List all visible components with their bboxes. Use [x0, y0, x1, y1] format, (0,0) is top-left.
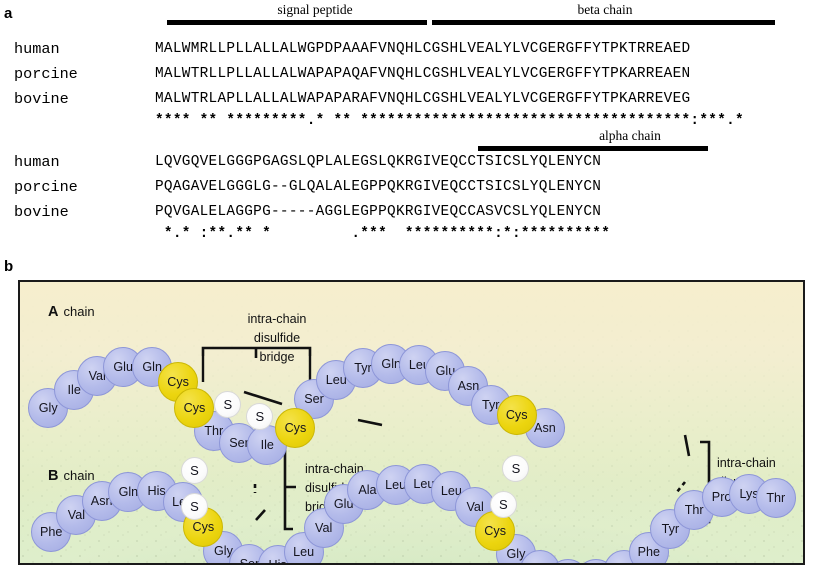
- sulfur-node-s-top-left: S: [214, 390, 242, 418]
- species-label-human-2: human: [14, 153, 60, 171]
- sequence-bovine-block1: MALWTRLAPLLALLALWAPAPARAFVNQHLCGSHLVEALY…: [155, 91, 691, 107]
- sulfur-label: S: [190, 462, 199, 478]
- sulfur-label: S: [255, 408, 265, 424]
- residue-label: Thr: [766, 491, 786, 505]
- residue-b-19-cys: Cys: [475, 511, 516, 551]
- sulfur-node-s-right-lower: S: [489, 490, 517, 518]
- residue-b-30-thr: Thr: [755, 478, 796, 518]
- residue-label: Gly: [38, 401, 58, 415]
- residue-label: Tyr: [661, 522, 680, 536]
- species-label-bovine-2: bovine: [14, 203, 69, 221]
- bond-cys6-s: [243, 390, 283, 406]
- residue-label: Cys: [484, 524, 506, 538]
- residue-label: Cys: [284, 421, 307, 435]
- region-bar-beta-chain: [432, 20, 775, 25]
- residue-a-20-cys: Cys: [496, 395, 537, 435]
- insulin-structure-panel: Achain Bchain intra-chain disulfide brid…: [18, 280, 805, 565]
- residue-label: Ile: [260, 438, 274, 452]
- residue-label: Ser: [229, 436, 249, 450]
- sequence-human-block1: MALWMRLLPLLALLALWGPDPAAAFVNQHLCGSHLVEALY…: [155, 41, 691, 57]
- bond-s-s-right: [675, 481, 687, 493]
- residue-label: Cys: [192, 520, 215, 534]
- sulfur-node-s-top-right: S: [246, 402, 274, 430]
- region-bar-alpha-chain: [478, 146, 708, 151]
- residue-label: Thr: [684, 503, 704, 517]
- sequence-porcine-block1: MALWTRLLPLLALLALWAPAPAQAFVNQHLCGSHLVEALY…: [155, 66, 691, 82]
- residue-label: Gln: [142, 360, 162, 374]
- residue-label: Ala: [358, 483, 377, 497]
- residue-label: Ser: [239, 557, 260, 565]
- sulfur-label: S: [498, 496, 508, 512]
- conservation-line-block2: *.* :**.** * .*** **********:*:*********…: [155, 226, 611, 242]
- residue-label: His: [268, 558, 287, 565]
- residue-label: Cys: [183, 401, 206, 415]
- sulfur-label: S: [190, 498, 199, 514]
- residue-label: Phe: [637, 545, 661, 559]
- species-label-human: human: [14, 40, 60, 58]
- sequence-alignment-panel: a signal peptide beta chain human MALWMR…: [0, 0, 817, 252]
- residue-label: Glu: [530, 563, 550, 565]
- residue-label: Val: [315, 521, 333, 535]
- sequence-human-block2: LQVGQVELGGGPGAGSLQPLALEGSLQKRGIVEQCCTSIC…: [155, 154, 602, 170]
- sulfur-label: S: [223, 396, 233, 412]
- bond-s-cys11: [357, 418, 383, 427]
- bond-cysA20-s: [683, 434, 691, 457]
- species-label-porcine: porcine: [14, 65, 78, 83]
- residue-label: Leu: [293, 545, 315, 559]
- residue-label: Cys: [167, 375, 189, 389]
- bracket-top: [201, 346, 312, 358]
- bond-s-cysB7: [255, 509, 266, 521]
- sequence-bovine-block2: PQVGALELAGGPG-----AGGLEGPPQKRGIVEQCCASVC…: [155, 204, 602, 220]
- residue-label: Phe: [613, 563, 635, 565]
- region-label-signal-peptide: signal peptide: [277, 2, 353, 17]
- residue-label: Cys: [505, 408, 528, 422]
- residue-label: Tyr: [354, 361, 372, 375]
- residue-label: Phe: [39, 525, 63, 539]
- residue-label: Val: [466, 500, 484, 514]
- residue-label: Asn: [534, 421, 556, 435]
- sequence-porcine-block2: PQAGAVELGGGLG--GLQALALEGPPQKRGIVEQCCTSIC…: [155, 179, 602, 195]
- residue-label: Gln: [118, 485, 139, 499]
- species-label-porcine-2: porcine: [14, 178, 78, 196]
- residue-label: Leu: [385, 478, 407, 492]
- sulfur-node-s-mid-upper: S: [180, 456, 208, 484]
- region-label-beta-chain: beta chain: [577, 2, 633, 17]
- region-label-alpha-chain: alpha chain: [599, 128, 661, 143]
- sulfur-label: S: [511, 460, 521, 476]
- residue-label: Val: [67, 508, 86, 522]
- residue-label: Gln: [381, 357, 402, 371]
- sulfur-node-s-mid-lower: S: [180, 492, 208, 520]
- region-bar-signal-peptide: [167, 20, 427, 25]
- conservation-line-block1: **** ** *********.* ** *****************…: [155, 113, 744, 129]
- species-label-bovine: bovine: [14, 90, 69, 108]
- residue-label: Glu: [113, 360, 133, 374]
- bracket-left: [283, 443, 296, 531]
- panel-letter-a: a: [4, 5, 13, 22]
- panel-letter-b: b: [4, 258, 14, 275]
- sulfur-node-s-right-upper: S: [502, 454, 530, 482]
